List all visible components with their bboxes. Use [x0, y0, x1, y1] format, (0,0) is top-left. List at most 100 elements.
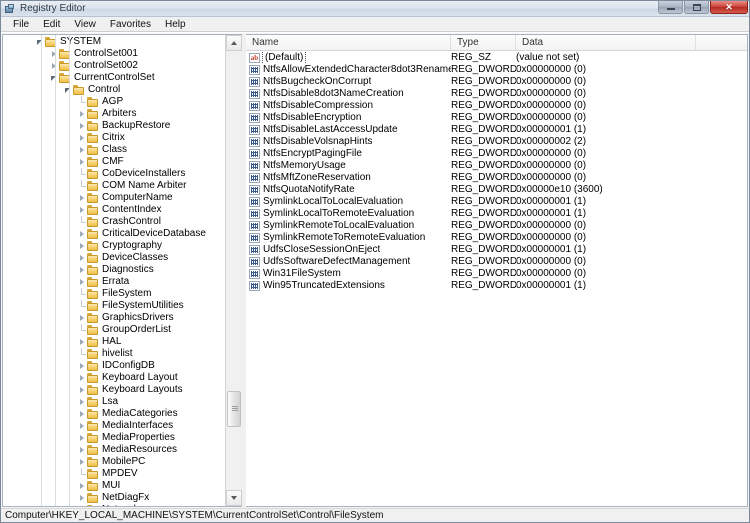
tree-node[interactable]: MediaProperties: [3, 432, 225, 444]
tree-expander-collapsed-icon[interactable]: [77, 204, 87, 216]
tree-expander-expanded-icon[interactable]: [63, 84, 73, 96]
maximize-button[interactable]: [684, 1, 709, 14]
table-row[interactable]: UdfsSoftwareDefectManagement REG_DWORD 0x0…: [246, 256, 747, 268]
tree-node[interactable]: MediaInterfaces: [3, 420, 225, 432]
tree-expander-collapsed-icon[interactable]: [49, 60, 59, 72]
scroll-down-button[interactable]: [226, 490, 242, 506]
table-row[interactable]: NtfsMftZoneReservation REG_DWORD 0x0000000…: [246, 172, 747, 184]
title-bar[interactable]: Registry Editor ✕: [1, 1, 749, 17]
tree-expander-collapsed-icon[interactable]: [77, 396, 87, 408]
tree-node[interactable]: Arbiters: [3, 108, 225, 120]
tree-node[interactable]: AGP: [3, 96, 225, 108]
tree-expander-collapsed-icon[interactable]: [77, 144, 87, 156]
table-row[interactable]: SymlinkLocalToLocalEvaluation REG_DWORD 0x…: [246, 196, 747, 208]
table-row[interactable]: NtfsDisableEncryption REG_DWORD 0x00000000…: [246, 112, 747, 124]
table-row[interactable]: NtfsDisableLastAccessUpdate REG_DWORD 0x00…: [246, 124, 747, 136]
tree-expander-collapsed-icon[interactable]: [77, 384, 87, 396]
tree-expander-collapsed-icon[interactable]: [77, 480, 87, 492]
menu-view[interactable]: View: [67, 17, 103, 32]
tree-node[interactable]: Network: [3, 504, 225, 506]
tree-node[interactable]: GroupOrderList: [3, 324, 225, 336]
minimize-button[interactable]: [658, 1, 683, 14]
tree-expander-collapsed-icon[interactable]: [77, 240, 87, 252]
tree-expander-collapsed-icon[interactable]: [77, 372, 87, 384]
tree-node[interactable]: ControlSet001: [3, 48, 225, 60]
table-row[interactable]: NtfsQuotaNotifyRate REG_DWORD 0x00000e10 (…: [246, 184, 747, 196]
tree-node[interactable]: MediaResources: [3, 444, 225, 456]
tree-node[interactable]: hivelist: [3, 348, 225, 360]
table-row[interactable]: NtfsDisableCompression REG_DWORD 0x0000000…: [246, 100, 747, 112]
menu-help[interactable]: Help: [158, 17, 193, 32]
tree-expander-collapsed-icon[interactable]: [77, 492, 87, 504]
table-row[interactable]: Win95TruncatedExtensions REG_DWORD 0x00000…: [246, 280, 747, 292]
tree-expander-collapsed-icon[interactable]: [77, 312, 87, 324]
table-row[interactable]: NtfsDisable8dot3NameCreation REG_DWORD 0x0…: [246, 88, 747, 100]
table-row[interactable]: NtfsEncryptPagingFile REG_DWORD 0x00000000…: [246, 148, 747, 160]
tree-expander-collapsed-icon[interactable]: [77, 456, 87, 468]
tree-node[interactable]: ComputerName: [3, 192, 225, 204]
table-row[interactable]: ab (Default) REG_SZ (value not set): [246, 52, 747, 64]
tree-expander-collapsed-icon[interactable]: [77, 336, 87, 348]
tree-expander-expanded-icon[interactable]: [35, 36, 45, 48]
tree-expander-collapsed-icon[interactable]: [77, 228, 87, 240]
tree-node[interactable]: HAL: [3, 336, 225, 348]
tree-node[interactable]: CMF: [3, 156, 225, 168]
tree-expander-collapsed-icon[interactable]: [49, 48, 59, 60]
tree-vertical-scrollbar[interactable]: [225, 35, 242, 506]
column-header-data[interactable]: Data: [516, 35, 696, 50]
tree-node[interactable]: Diagnostics: [3, 264, 225, 276]
tree-expander-collapsed-icon[interactable]: [77, 420, 87, 432]
column-header-type[interactable]: Type: [451, 35, 516, 50]
tree-node[interactable]: Cryptography: [3, 240, 225, 252]
tree-expander-collapsed-icon[interactable]: [77, 444, 87, 456]
tree-expander-collapsed-icon[interactable]: [77, 156, 87, 168]
tree-node[interactable]: BackupRestore: [3, 120, 225, 132]
tree-node[interactable]: FileSystemUtilities: [3, 300, 225, 312]
tree-expander-collapsed-icon[interactable]: [77, 432, 87, 444]
table-row[interactable]: SymlinkLocalToRemoteEvaluation REG_DWORD 0…: [246, 208, 747, 220]
table-row[interactable]: NtfsMemoryUsage REG_DWORD 0x00000000 (0): [246, 160, 747, 172]
table-row[interactable]: SymlinkRemoteToRemoteEvaluation REG_DWORD…: [246, 232, 747, 244]
tree-node[interactable]: CrashControl: [3, 216, 225, 228]
table-row[interactable]: Win31FileSystem REG_DWORD 0x00000000 (0): [246, 268, 747, 280]
tree-node[interactable]: NetDiagFx: [3, 492, 225, 504]
table-row[interactable]: NtfsDisableVolsnapHints REG_DWORD 0x000000…: [246, 136, 747, 148]
tree-expander-collapsed-icon[interactable]: [77, 108, 87, 120]
tree-node[interactable]: MUI: [3, 480, 225, 492]
tree-expander-collapsed-icon[interactable]: [77, 120, 87, 132]
tree-expander-collapsed-icon[interactable]: [77, 408, 87, 420]
tree-node[interactable]: ControlSet002: [3, 60, 225, 72]
table-row[interactable]: NtfsBugcheckOnCorrupt REG_DWORD 0x00000000…: [246, 76, 747, 88]
tree-node[interactable]: Keyboard Layout: [3, 372, 225, 384]
tree-node[interactable]: Keyboard Layouts: [3, 384, 225, 396]
table-row[interactable]: UdfsCloseSessionOnEject REG_DWORD 0x000000…: [246, 244, 747, 256]
menu-favorites[interactable]: Favorites: [103, 17, 158, 32]
registry-values-list[interactable]: ab (Default) REG_SZ (value not set) NtfsAllo…: [246, 51, 747, 506]
tree-node[interactable]: Citrix: [3, 132, 225, 144]
tree-expander-collapsed-icon[interactable]: [77, 504, 87, 506]
registry-tree[interactable]: SYSTEM ControlSet001 ControlSet002 CurrentC…: [3, 35, 225, 506]
tree-node[interactable]: CurrentControlSet: [3, 72, 225, 84]
tree-expander-collapsed-icon[interactable]: [77, 192, 87, 204]
tree-node[interactable]: ContentIndex: [3, 204, 225, 216]
table-row[interactable]: NtfsAllowExtendedCharacter8dot3Rename REG…: [246, 64, 747, 76]
tree-node[interactable]: CoDeviceInstallers: [3, 168, 225, 180]
tree-node[interactable]: SYSTEM: [3, 36, 225, 48]
tree-node[interactable]: MPDEV: [3, 468, 225, 480]
tree-node[interactable]: COM Name Arbiter: [3, 180, 225, 192]
menu-edit[interactable]: Edit: [36, 17, 67, 32]
tree-node[interactable]: DeviceClasses: [3, 252, 225, 264]
tree-node[interactable]: GraphicsDrivers: [3, 312, 225, 324]
tree-node[interactable]: CriticalDeviceDatabase: [3, 228, 225, 240]
tree-expander-collapsed-icon[interactable]: [77, 252, 87, 264]
tree-node[interactable]: Errata: [3, 276, 225, 288]
tree-expander-collapsed-icon[interactable]: [77, 276, 87, 288]
tree-node[interactable]: IDConfigDB: [3, 360, 225, 372]
tree-expander-collapsed-icon[interactable]: [77, 264, 87, 276]
tree-expander-expanded-icon[interactable]: [49, 72, 59, 84]
tree-node[interactable]: FileSystem: [3, 288, 225, 300]
tree-node[interactable]: Class: [3, 144, 225, 156]
tree-node[interactable]: Control: [3, 84, 225, 96]
tree-node[interactable]: MediaCategories: [3, 408, 225, 420]
column-header-name[interactable]: Name: [246, 35, 451, 50]
